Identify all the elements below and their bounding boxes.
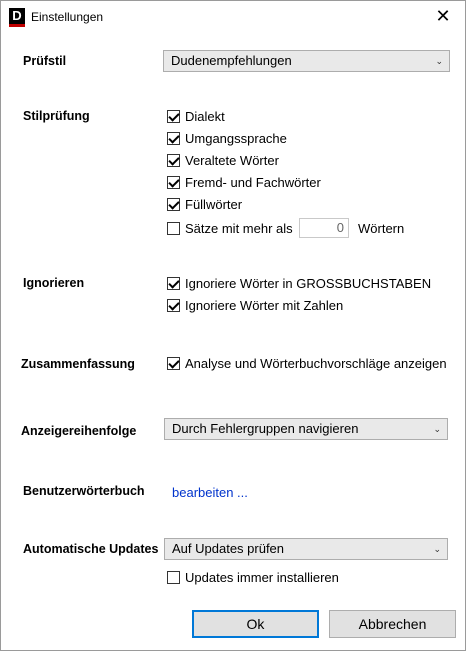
updates-selected-value: Auf Updates prüfen: [172, 541, 285, 556]
checkbox-box[interactable]: [167, 197, 180, 211]
anzeigereihenfolge-select[interactable]: Durch Fehlergruppen navigieren ⌄: [164, 418, 448, 440]
checkbox-ignoriere-zahlen[interactable]: Ignoriere Wörter mit Zahlen: [167, 296, 343, 314]
checkbox-box[interactable]: [167, 276, 180, 290]
checkbox-ignoriere-grossbuchstaben[interactable]: Ignoriere Wörter in GROSSBUCHSTABEN: [167, 274, 431, 292]
checkbox-dialekt[interactable]: Dialekt: [167, 107, 225, 125]
checkbox-updates-immer-installieren[interactable]: Updates immer installieren: [167, 568, 339, 586]
checkbox-fuellwoerter[interactable]: Füllwörter: [167, 195, 242, 213]
checkbox-analyse-anzeigen[interactable]: Analyse und Wörterbuchvorschläge anzeige…: [167, 354, 447, 372]
checkbox-fremd-fachwoerter[interactable]: Fremd- und Fachwörter: [167, 173, 321, 191]
pruefstil-select[interactable]: Dudenempfehlungen ⌄: [163, 50, 450, 72]
checkbox-label: Füllwörter: [185, 196, 243, 212]
ignorieren-label: Ignorieren: [23, 276, 85, 290]
checkbox-label: Fremd- und Fachwörter: [185, 174, 321, 190]
checkbox-saetze-mit-mehr-als[interactable]: Sätze mit mehr als: [167, 219, 293, 237]
bearbeiten-link[interactable]: bearbeiten ...: [172, 485, 248, 500]
anzeigereihenfolge-selected-value: Durch Fehlergruppen navigieren: [172, 421, 359, 436]
anzeigereihenfolge-label: Anzeigereihenfolge: [21, 424, 137, 438]
checkbox-label: Dialekt: [185, 108, 225, 124]
checkbox-label: Updates immer installieren: [185, 569, 339, 585]
stilpruefung-label: Stilprüfung: [23, 109, 90, 123]
checkbox-box[interactable]: [167, 153, 180, 167]
duden-logo-icon: D: [9, 8, 25, 27]
checkbox-box[interactable]: [167, 221, 180, 235]
checkbox-label: Veraltete Wörter: [185, 152, 279, 168]
zusammenfassung-label: Zusammenfassung: [21, 357, 135, 371]
pruefstil-label: Prüfstil: [23, 54, 67, 68]
checkbox-box[interactable]: [167, 570, 180, 584]
checkbox-label: Ignoriere Wörter in GROSSBUCHSTABEN: [185, 275, 432, 291]
checkbox-umgangssprache[interactable]: Umgangssprache: [167, 129, 287, 147]
checkbox-label: Sätze mit mehr als: [185, 220, 293, 236]
saetze-word-count-input[interactable]: 0: [299, 218, 349, 238]
settings-dialog: D Einstellungen ✕ Prüfstil Dudenempfehlu…: [0, 0, 466, 651]
checkbox-box[interactable]: [167, 356, 180, 370]
close-icon[interactable]: ✕: [421, 1, 465, 31]
updates-select[interactable]: Auf Updates prüfen ⌄: [164, 538, 448, 560]
chevron-down-icon: ⌄: [433, 424, 441, 434]
pruefstil-selected-value: Dudenempfehlungen: [171, 53, 292, 68]
saetze-unit-label: Wörtern: [358, 221, 405, 236]
updates-label: Automatische Updates: [23, 542, 159, 556]
checkbox-veraltete-woerter[interactable]: Veraltete Wörter: [167, 151, 279, 169]
checkbox-label: Ignoriere Wörter mit Zahlen: [185, 297, 344, 313]
title-bar: D Einstellungen ✕: [1, 1, 465, 33]
window-title: Einstellungen: [31, 10, 104, 24]
chevron-down-icon: ⌄: [433, 544, 441, 554]
checkbox-label: Umgangssprache: [185, 130, 287, 146]
cancel-button[interactable]: Abbrechen: [329, 610, 456, 638]
checkbox-box[interactable]: [167, 175, 180, 189]
benutzerwoerterbuch-label: Benutzerwörterbuch: [23, 484, 145, 498]
ok-button[interactable]: Ok: [192, 610, 319, 638]
chevron-down-icon: ⌄: [435, 56, 443, 66]
checkbox-box[interactable]: [167, 109, 180, 123]
checkbox-box[interactable]: [167, 298, 180, 312]
checkbox-label: Analyse und Wörterbuchvorschläge anzeige…: [185, 355, 447, 371]
checkbox-box[interactable]: [167, 131, 180, 145]
